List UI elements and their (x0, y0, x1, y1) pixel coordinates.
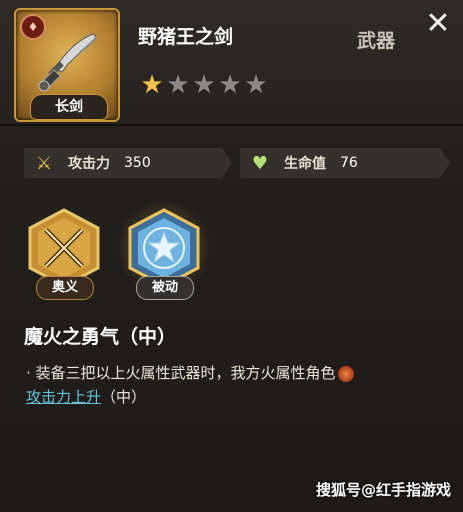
heart-icon: ♥ (251, 152, 269, 174)
skill-ougi[interactable]: 奥义 (20, 208, 108, 300)
skill-passive[interactable]: 被动 (116, 200, 212, 300)
weapon-class-tag: 长剑 (30, 94, 108, 120)
item-detail-panel: ♦ 长剑 野猪王之剑 武器 ✕ ★ ★ ★ ★ ★ ⚔ 攻击力 350 ♥ 生命… (0, 0, 463, 512)
header-divider (0, 124, 463, 126)
skill-tag-passive: 被动 (136, 276, 194, 300)
star-empty-icon: ★ (192, 70, 216, 100)
skill-tag-ougi: 奥义 (36, 276, 94, 300)
item-type: 武器 (357, 30, 396, 52)
star-filled-icon: ★ (140, 70, 164, 100)
sword-icon (38, 33, 97, 92)
attack-stat: ⚔ 攻击力 350 (24, 148, 232, 178)
rarity-stars: ★ ★ ★ ★ ★ (140, 72, 268, 102)
star-empty-icon: ★ (244, 70, 268, 100)
item-name: 野猪王之剑 (138, 26, 234, 48)
star-empty-icon: ★ (218, 70, 242, 100)
watermark: 搜狐号@红手指游戏 (315, 481, 451, 499)
description-suffix: （中） (101, 388, 147, 406)
close-button[interactable]: ✕ (424, 9, 452, 39)
item-portrait: ♦ 长剑 (14, 8, 120, 122)
item-header: ♦ 长剑 野猪王之剑 武器 ✕ ★ ★ ★ ★ ★ (0, 0, 463, 124)
description-line: · 装备三把以上火属性武器时，我方火属性角色 (26, 364, 336, 382)
hp-label: 生命值 (284, 156, 326, 172)
crossed-swords-icon: ⚔ (35, 152, 53, 174)
close-icon: ✕ (425, 6, 451, 41)
skill-title: 魔火之勇气（中） (24, 326, 177, 348)
star-empty-icon: ★ (166, 70, 190, 100)
attack-up-link[interactable]: 攻击力上升 (26, 388, 101, 406)
hp-stat: ♥ 生命值 76 (240, 148, 450, 178)
attack-value: 350 (124, 155, 151, 171)
skill-description: · 装备三把以上火属性武器时，我方火属性角色 攻击力上升（中） (26, 361, 446, 409)
fire-element-icon (337, 365, 354, 382)
hp-value: 76 (340, 155, 358, 171)
attack-label: 攻击力 (68, 156, 110, 172)
